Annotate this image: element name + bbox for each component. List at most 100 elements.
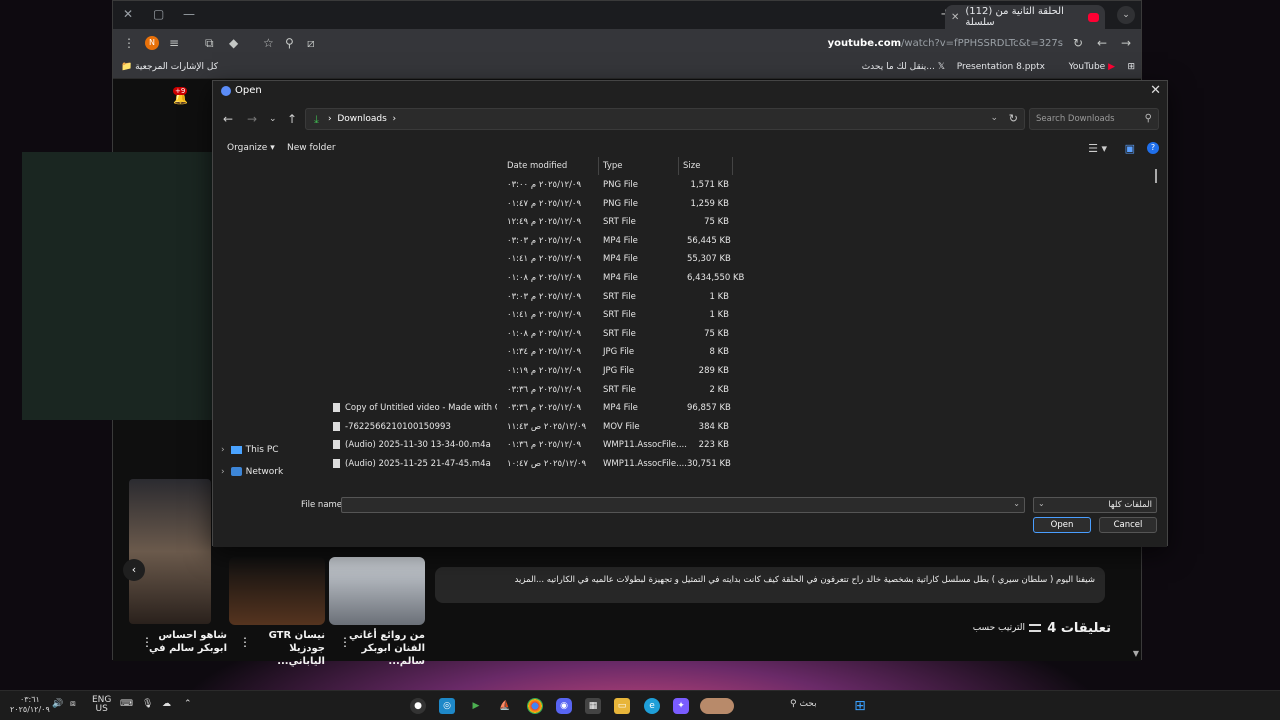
column-size[interactable]: Size — [679, 157, 733, 175]
close-window-icon[interactable]: ✕ — [123, 7, 133, 21]
minimize-icon[interactable]: — — [183, 7, 195, 21]
file-row[interactable]: ٢٠٢٥/١٢/٠٩ م ١٢:٤٩ SRT File 75 KB — [313, 214, 1133, 232]
scrollbar[interactable] — [1155, 169, 1157, 183]
file-explorer-icon[interactable]: ▭ — [614, 698, 630, 714]
file-name-input[interactable]: ⌄ — [341, 497, 1025, 513]
maximize-icon[interactable]: ▢ — [153, 7, 164, 21]
search-input[interactable]: Search Downloads ⚲ — [1029, 108, 1159, 130]
sort-comments-button[interactable]: الترتيب حسب — [973, 623, 1041, 633]
profile-avatar[interactable]: N — [145, 36, 159, 50]
chevron-down-icon[interactable]: ⌄ — [1038, 499, 1045, 508]
notifications-icon[interactable]: 🔔 +9 — [173, 87, 195, 113]
file-row[interactable]: ٢٠٢٥/١٢/٠٩ م ٠١:١٩ JPG File 289 KB — [313, 363, 1133, 381]
file-row[interactable]: ٢٠٢٥/١٢/٠٩ م ٠١:٤١ MP4 File 55,307 KB — [313, 251, 1133, 269]
file-row[interactable]: ٢٠٢٥/١٢/٠٩ م ٠١:٠٨ MP4 File 6,434,550 KB — [313, 270, 1133, 288]
new-folder-button[interactable]: New folder — [287, 143, 336, 153]
chrome-icon[interactable] — [527, 698, 543, 714]
windows-start-icon[interactable]: ⊞ — [852, 698, 868, 714]
menu-icon[interactable]: ⋮ — [123, 36, 135, 50]
file-row[interactable]: ٢٠٢٥/١٢/٠٩ م ٠١:٣٤ JPG File 8 KB — [313, 344, 1133, 362]
column-date-modified[interactable]: Date modified — [503, 157, 599, 175]
scroll-down-icon[interactable]: ▼ — [1133, 649, 1139, 658]
open-button[interactable]: Open — [1033, 517, 1091, 533]
video-thumbnail-3[interactable] — [329, 557, 425, 625]
app-icon-2[interactable]: ◎ — [439, 698, 455, 714]
file-row[interactable]: ٢٠٢٥/١٢/٠٩ م ٠٣:٣٦ SRT File 2 KB — [313, 382, 1133, 400]
video-thumbnail-2[interactable] — [229, 557, 325, 625]
more-icon[interactable]: ⋮ — [239, 635, 251, 649]
cloud-icon[interactable]: ☁ — [162, 699, 171, 709]
widget-icon[interactable] — [700, 698, 734, 714]
expand-icon[interactable]: › — [221, 445, 225, 455]
all-bookmarks[interactable]: 📁 كل الإشارات المرجعية — [121, 62, 218, 72]
refresh-icon[interactable]: ↻ — [1009, 112, 1018, 125]
address-bar[interactable]: ⤓ › Downloads › ⌄ ↻ — [305, 108, 1025, 130]
chevron-up-icon[interactable]: ⌃ — [184, 699, 192, 709]
copilot-icon[interactable]: ✦ — [673, 698, 689, 714]
nav-network[interactable]: › Network — [221, 467, 283, 477]
store-icon[interactable]: ▦ — [585, 698, 601, 714]
steam-icon[interactable]: ⛵ — [497, 698, 513, 714]
video-title-1[interactable]: شاهو احساس ابوبكر سالم في — [147, 629, 227, 655]
zoom-icon[interactable]: ⚲ — [285, 36, 294, 50]
preview-pane-icon[interactable]: ▣ — [1125, 142, 1135, 155]
close-dialog-icon[interactable]: ✕ — [1150, 83, 1161, 98]
file-row[interactable]: ٢٠٢٥/١٢/٠٩ م ٠١:٤١ SRT File 1 KB — [313, 307, 1133, 325]
column-type[interactable]: Type — [599, 157, 679, 175]
file-row[interactable]: (Audio) 2025-11-30 13-34-00.m4a ٢٠٢٥/١٢/٠… — [313, 437, 1133, 455]
file-type-select[interactable]: الملفات كلها ⌄ — [1033, 497, 1157, 513]
volume-icon[interactable]: 🔊 — [52, 699, 63, 709]
discord-icon[interactable]: ◉ — [556, 698, 572, 714]
organize-button[interactable]: Organize ▾ — [227, 143, 275, 153]
video-title-3[interactable]: من روائع أغاني الفنان ابوبكر سالم... — [345, 629, 425, 668]
back-icon[interactable]: ← — [1097, 36, 1107, 50]
clock[interactable]: ٠٣:٦١ ٢٠٢٥/١٢/٠٩ — [10, 695, 50, 715]
file-row[interactable]: -762256621010015099З ٢٠٢٥/١٢/٠٩ ص ١١:٤٣ MO… — [313, 419, 1133, 437]
tab-youtube[interactable]: ✕ (112) الحلقة الثانية من سلسلة — [945, 5, 1105, 29]
reload-icon[interactable]: ↻ — [1073, 36, 1083, 50]
recent-locations-icon[interactable]: ⌄ — [269, 114, 277, 124]
network-tray-icon[interactable]: ⧈ — [70, 699, 76, 709]
file-row[interactable]: (Audio) 2025-11-25 21-47-45.m4a ٢٠٢٥/١٢/٠… — [313, 456, 1133, 474]
taskbar-search[interactable]: بحث ⚲ — [790, 699, 817, 709]
extensions-icon[interactable]: ≡ — [169, 36, 179, 50]
close-tab-icon[interactable]: ✕ — [951, 12, 959, 23]
back-icon[interactable]: ← — [223, 112, 233, 126]
up-icon[interactable]: ↑ — [287, 112, 297, 126]
file-row[interactable]: Copy of Untitled video - Made with Clipc… — [313, 400, 1133, 418]
app-icon-1[interactable]: ● — [410, 698, 426, 714]
file-row[interactable]: ٢٠٢٥/١٢/٠٩ م ٠٣:٠٠ PNG File 1,571 KB — [313, 177, 1133, 195]
forward-icon[interactable]: → — [247, 112, 257, 126]
nav-this-pc[interactable]: › This PC — [221, 445, 279, 455]
bookmark-x[interactable]: ينقل لك ما يحدث... 𝕏 — [862, 62, 945, 72]
cancel-button[interactable]: Cancel — [1099, 517, 1157, 533]
microphone-icon[interactable]: 🎙 — [142, 699, 153, 709]
bookmark-presentation[interactable]: Presentation 8.pptx — [957, 62, 1045, 72]
install-icon[interactable]: ⧄ — [307, 36, 315, 51]
bookmark-youtube[interactable]: YouTube ▶ — [1069, 62, 1115, 72]
video-description[interactable]: شيفنا اليوم ( سلطان سيري ) بطل مسلسل كار… — [435, 567, 1105, 603]
apps-grid-icon[interactable]: ⊞ — [1127, 62, 1135, 72]
file-row[interactable]: ٢٠٢٥/١٢/٠٩ م ٠٣:٠٣ MP4 File 56,445 KB — [313, 233, 1133, 251]
breadcrumb[interactable]: › Downloads › — [328, 114, 396, 124]
carousel-left-icon[interactable]: ‹ — [123, 559, 145, 581]
forward-icon[interactable]: → — [1121, 36, 1131, 50]
keyboard-icon[interactable]: ⌨ — [120, 699, 133, 709]
side-thumbnail[interactable] — [129, 479, 211, 624]
edge-icon[interactable]: e — [644, 698, 660, 714]
language-indicator[interactable]: ENG US — [92, 696, 111, 714]
file-row[interactable]: ٢٠٢٥/١٢/٠٩ م ٠٣:٠٣ SRT File 1 KB — [313, 289, 1133, 307]
media-player-icon[interactable]: ▶ — [468, 698, 484, 714]
share-icon[interactable]: ⧉ — [205, 36, 214, 51]
expand-icon[interactable]: › — [221, 467, 225, 477]
video-title-2[interactable]: نيسان GTR جودزيلا الياباني... — [245, 629, 325, 668]
help-icon[interactable]: ? — [1147, 142, 1159, 154]
more-icon[interactable]: ⋮ — [339, 635, 351, 649]
file-row[interactable]: ٢٠٢٥/١٢/٠٩ م ٠١:٤٧ PNG File 1,259 KB — [313, 196, 1133, 214]
tab-search-icon[interactable]: ⌄ — [1117, 6, 1135, 24]
diamond-icon[interactable]: ◆ — [229, 36, 238, 50]
more-icon[interactable]: ⋮ — [141, 635, 153, 649]
address-dropdown-icon[interactable]: ⌄ — [990, 113, 998, 123]
chevron-down-icon[interactable]: ⌄ — [1013, 499, 1020, 508]
view-options-icon[interactable]: ☰ ▾ — [1088, 142, 1107, 155]
